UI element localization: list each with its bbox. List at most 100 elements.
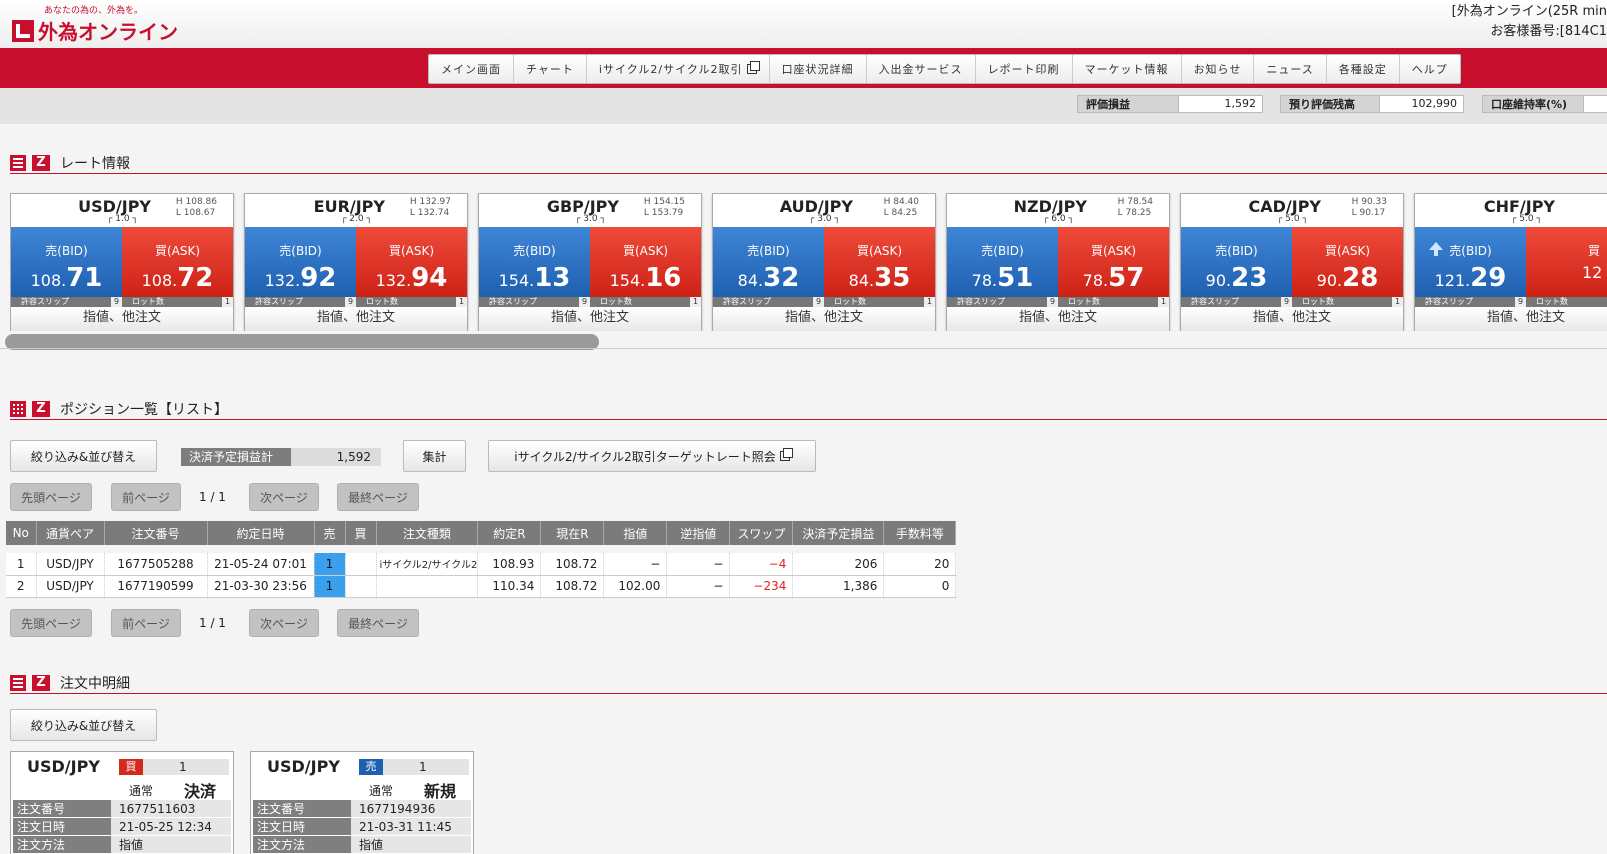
slip-value[interactable]: 9: [1047, 297, 1058, 307]
prev-page-button[interactable]: 前ページ: [111, 483, 181, 511]
prev-page-button-bottom[interactable]: 前ページ: [111, 609, 181, 637]
nav-icycle[interactable]: iサイクル2/サイクル2取引: [586, 55, 770, 83]
order-link[interactable]: 指値、他注文: [1181, 307, 1403, 331]
slip-value[interactable]: 9: [111, 297, 122, 307]
nav-account-detail[interactable]: 口座状況詳細: [769, 55, 867, 83]
ask-price: 12: [1526, 263, 1607, 282]
bid-button[interactable]: 売(BID) 132.92: [245, 227, 356, 297]
bid-button[interactable]: 売(BID) 108.71: [11, 227, 122, 297]
ask-button[interactable]: 買(ASK) 154.16: [590, 227, 701, 297]
rate-card-gbpjpy: GBP/JPY 3.0 H 154.15L 153.79 売(BID)154.1…: [478, 193, 702, 331]
slip-value[interactable]: 9: [579, 297, 590, 307]
col-stop[interactable]: 逆指値: [666, 521, 731, 545]
orders-filter-sort-button[interactable]: 絞り込み&並び替え: [10, 709, 157, 741]
next-page-button[interactable]: 次ページ: [249, 483, 319, 511]
ask-int: 154.: [609, 271, 646, 290]
col-pair[interactable]: 通貨ペア: [36, 521, 105, 545]
col-swap[interactable]: スワップ: [729, 521, 794, 545]
last-page-button[interactable]: 最終ページ: [337, 483, 419, 511]
col-exec-rate[interactable]: 約定R: [477, 521, 542, 545]
nav-market[interactable]: マーケット情報: [1072, 55, 1182, 83]
last-page-button-bottom[interactable]: 最終ページ: [337, 609, 419, 637]
order-link[interactable]: 指値、他注文: [1415, 307, 1607, 331]
col-buy[interactable]: 買: [345, 521, 377, 545]
ask-int: 90.: [1316, 271, 1343, 290]
quotes: 売(BID) 90.23 買(ASK) 90.28: [1181, 227, 1403, 297]
lot-value[interactable]: 1: [1392, 297, 1403, 307]
spread: 5.0: [1277, 214, 1308, 224]
col-pl[interactable]: 決済予定損益: [792, 521, 885, 545]
slip-value[interactable]: 9: [1515, 297, 1526, 307]
order-link[interactable]: 指値、他注文: [11, 307, 233, 331]
col-sell[interactable]: 売: [314, 521, 346, 545]
list-view-icon[interactable]: [10, 154, 26, 171]
settle-total: 決済予定損益計 1,592: [181, 448, 381, 466]
bid-button[interactable]: 売(BID) 78.51: [947, 227, 1058, 297]
lot-value[interactable]: 1: [1158, 297, 1169, 307]
grid-view-icon[interactable]: [10, 400, 26, 417]
aggregate-button[interactable]: 集計: [403, 440, 466, 472]
nav-report[interactable]: レポート印刷: [975, 55, 1073, 83]
lot-value[interactable]: 1: [222, 297, 233, 307]
detail-row: 注文日時 21-05-25 12:34: [13, 818, 231, 836]
nav-chart[interactable]: チャート: [514, 55, 587, 83]
filter-sort-button[interactable]: 絞り込み&並び替え: [10, 440, 157, 472]
col-order-no[interactable]: 注文番号: [104, 521, 208, 545]
order-link[interactable]: 指値、他注文: [713, 307, 935, 331]
rate-card-audjpy: AUD/JPY 3.0 H 84.40L 84.25 売(BID)84.32 買…: [712, 193, 936, 331]
col-fee[interactable]: 手数料等: [883, 521, 957, 545]
order-card[interactable]: USD/JPY 買 1 通常 決済 注文番号 1677511603 注文日時 21-…: [10, 751, 234, 854]
balance-value: 102,990: [1380, 95, 1464, 113]
low: L 84.25: [883, 208, 918, 218]
col-date[interactable]: 約定日時: [207, 521, 315, 545]
nav-deposit[interactable]: 入出金サービス: [866, 55, 976, 83]
col-current-rate[interactable]: 現在R: [540, 521, 605, 545]
ask-button[interactable]: 買(ASK) 90.28: [1292, 227, 1403, 297]
order-card[interactable]: USD/JPY 売 1 通常 新規 注文番号 1677194936 注文日時 21-…: [250, 751, 474, 854]
bid-label: 売(BID): [1449, 244, 1492, 258]
nav-main[interactable]: メイン画面: [429, 55, 514, 83]
nav-news[interactable]: ニュース: [1254, 55, 1327, 83]
bid-button[interactable]: 売(BID) 121.29: [1415, 227, 1526, 297]
cell-order-no: 1677190599: [104, 575, 208, 598]
slip-value[interactable]: 9: [345, 297, 356, 307]
nav-help[interactable]: ヘルプ: [1399, 55, 1460, 83]
ask-button[interactable]: 買 12: [1526, 227, 1607, 297]
minimize-icon[interactable]: Z: [32, 400, 50, 417]
order-link[interactable]: 指値、他注文: [245, 307, 467, 331]
positions-section-header: Z ポジション一覧【リスト】: [10, 398, 1607, 420]
ask-button[interactable]: 買(ASK) 84.35: [824, 227, 935, 297]
order-link[interactable]: 指値、他注文: [479, 307, 701, 331]
first-page-button-bottom[interactable]: 先頭ページ: [10, 609, 92, 637]
target-rate-button[interactable]: iサイクル2/サイクル2取引ターゲットレート照会: [488, 440, 816, 472]
order-details: 注文番号 1677511603 注文日時 21-05-25 12:34 注文方法 指値: [13, 800, 231, 854]
minimize-icon[interactable]: Z: [32, 154, 50, 171]
slip-value[interactable]: 9: [1281, 297, 1292, 307]
next-page-button-bottom[interactable]: 次ページ: [249, 609, 319, 637]
table-row[interactable]: 2 USD/JPY 1677190599 21-03-30 23:56 1 11…: [6, 575, 957, 598]
minimize-icon[interactable]: Z: [32, 674, 50, 691]
table-row[interactable]: 1 USD/JPY 1677505288 21-05-24 07:01 1 iサ…: [6, 553, 957, 576]
col-type[interactable]: 注文種類: [376, 521, 479, 545]
slip-label: 許容スリップ: [723, 297, 771, 306]
list-view-icon[interactable]: [10, 674, 26, 691]
nav-notice[interactable]: お知らせ: [1181, 55, 1255, 83]
bid-button[interactable]: 売(BID) 90.23: [1181, 227, 1292, 297]
ask-button[interactable]: 買(ASK) 108.72: [122, 227, 233, 297]
col-limit[interactable]: 指値: [603, 521, 668, 545]
nav-settings[interactable]: 各種設定: [1326, 55, 1400, 83]
lot-value[interactable]: 1: [456, 297, 467, 307]
ask-int: 132.: [375, 271, 412, 290]
bid-button[interactable]: 売(BID) 154.13: [479, 227, 590, 297]
lot-value[interactable]: 1: [690, 297, 701, 307]
brand-logo[interactable]: 外為オンライン: [12, 16, 178, 45]
bid-price: 84.32: [713, 263, 824, 293]
col-no[interactable]: No: [6, 521, 37, 545]
order-link[interactable]: 指値、他注文: [947, 307, 1169, 331]
slip-value[interactable]: 9: [813, 297, 824, 307]
lot-value[interactable]: 1: [924, 297, 935, 307]
ask-button[interactable]: 買(ASK) 132.94: [356, 227, 467, 297]
bid-button[interactable]: 売(BID) 84.32: [713, 227, 824, 297]
first-page-button[interactable]: 先頭ページ: [10, 483, 92, 511]
ask-button[interactable]: 買(ASK) 78.57: [1058, 227, 1169, 297]
